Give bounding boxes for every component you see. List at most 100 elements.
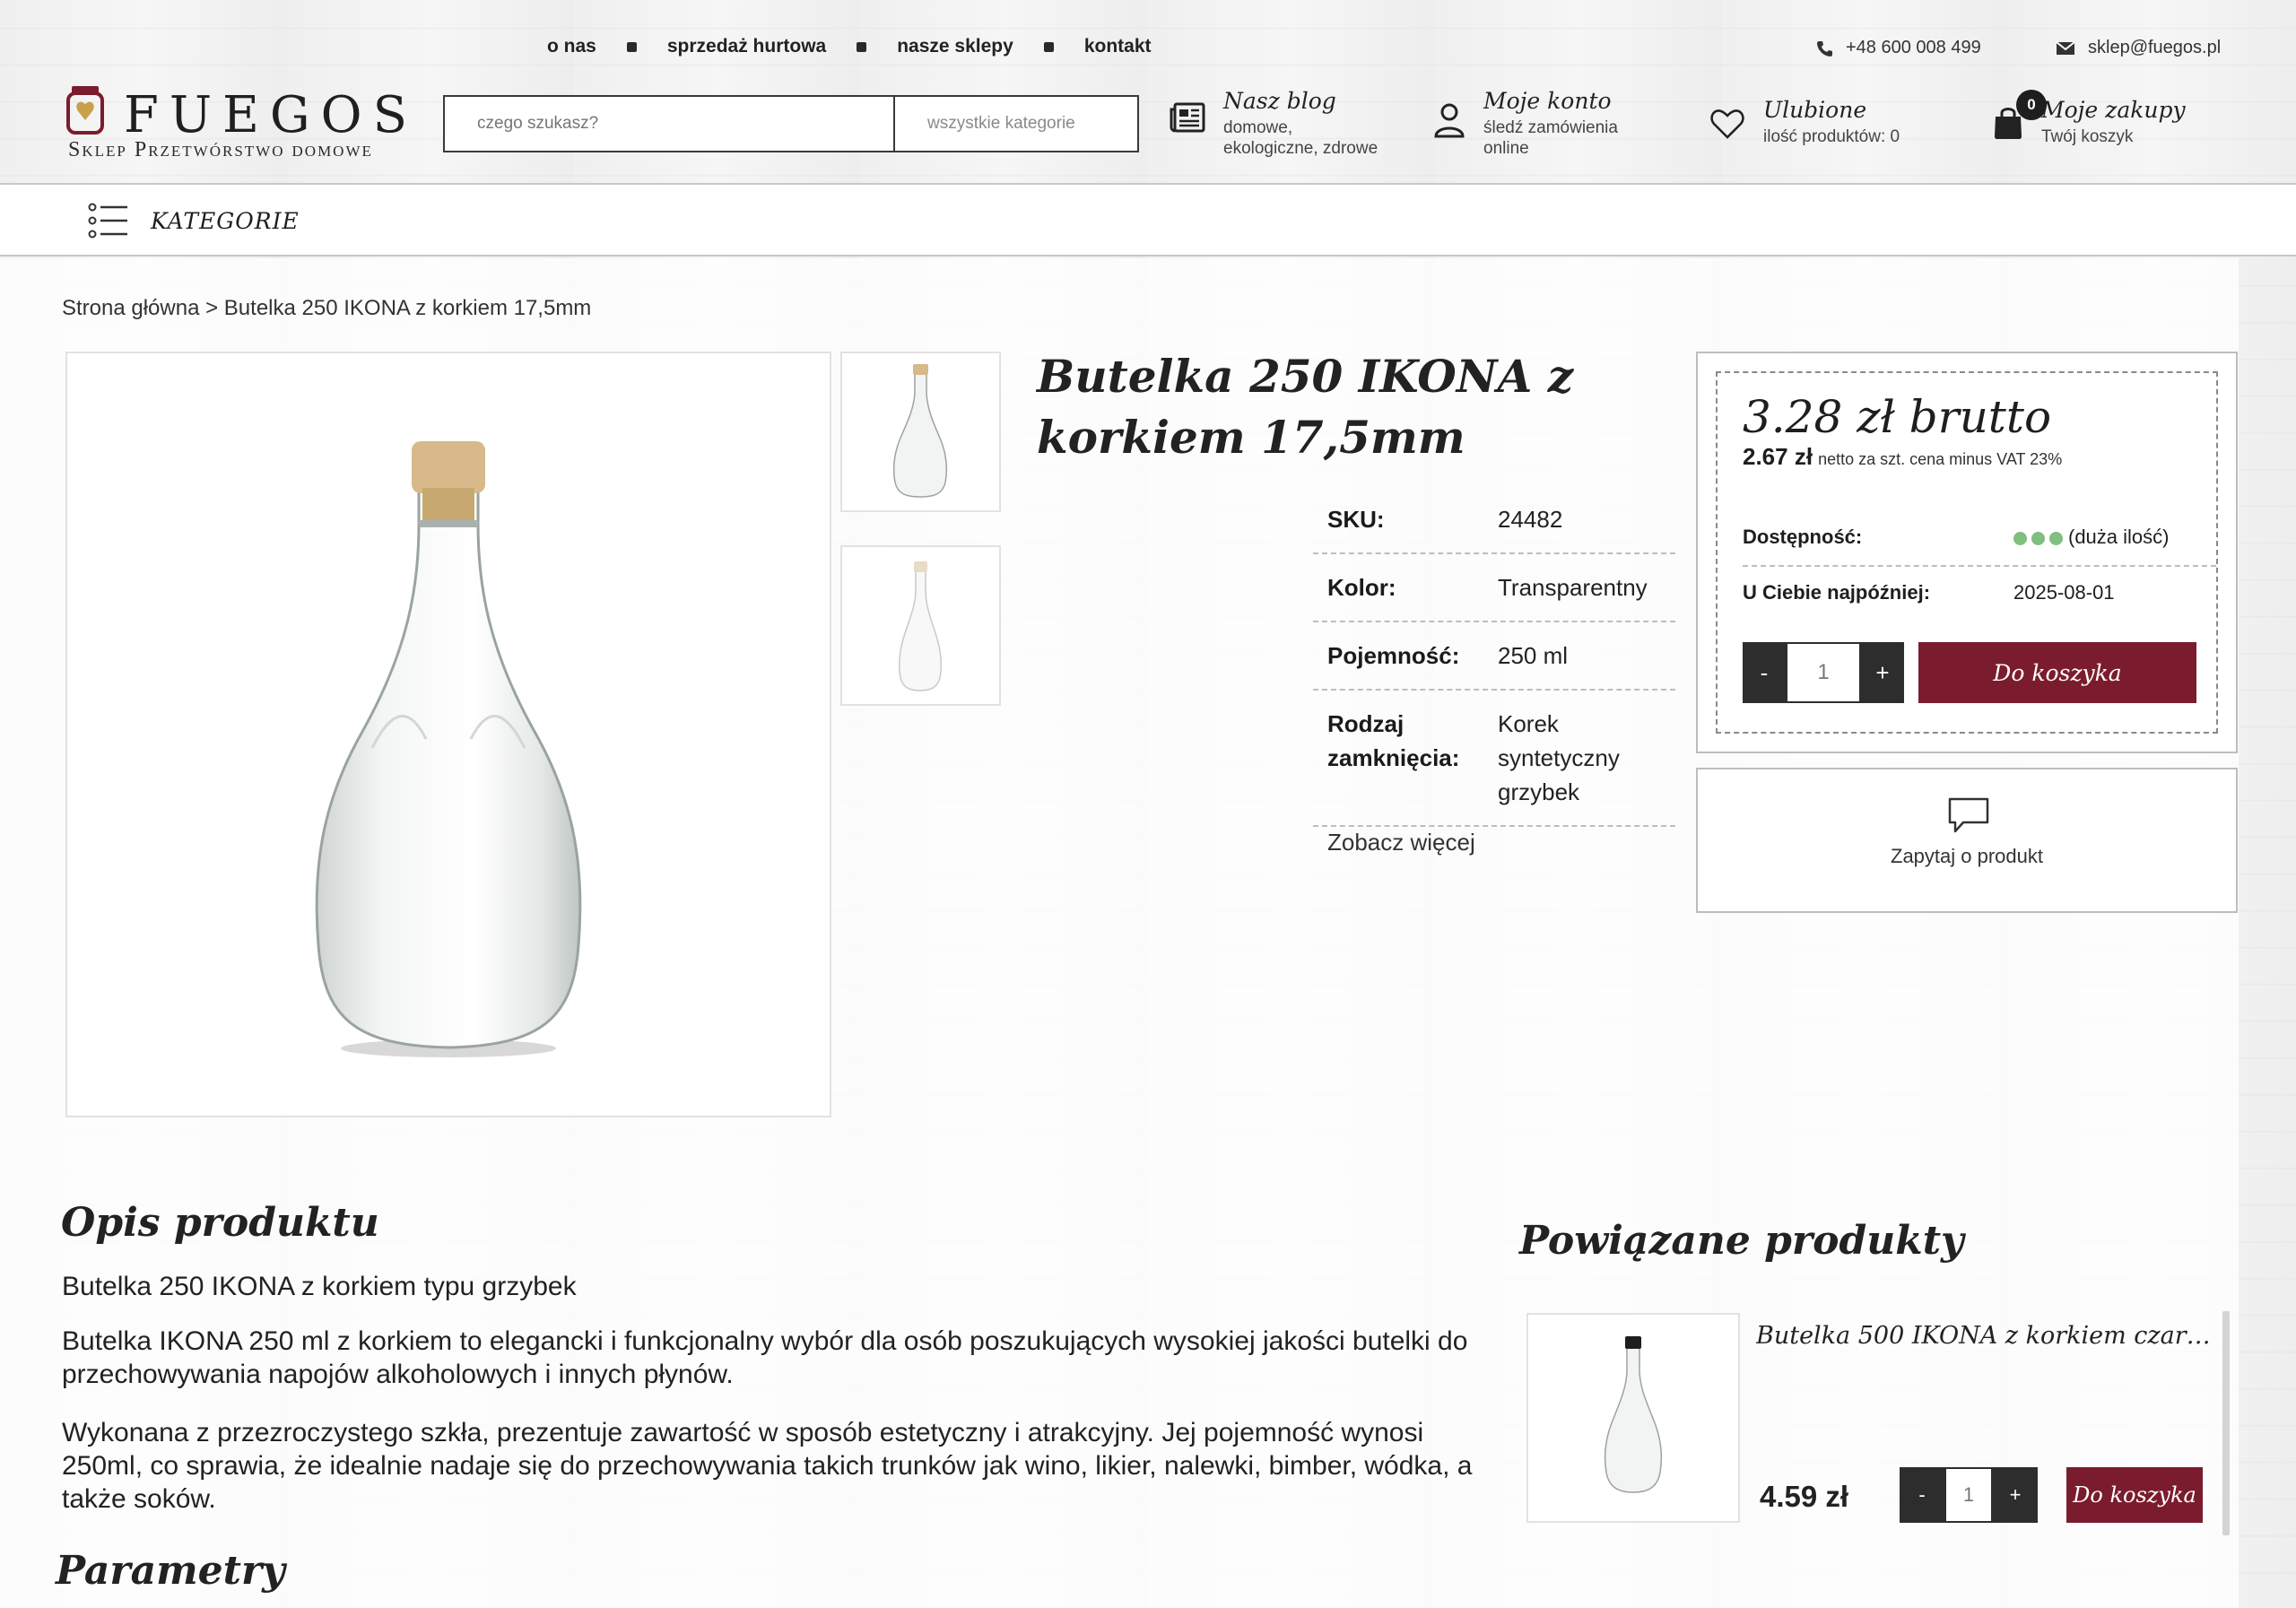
price-gross: 3.28 zł brutto [1743, 391, 2052, 443]
availability-value: (duża ilość) [2068, 526, 2170, 548]
blog-subtitle-2: ekologiczne, zdrowe [1223, 139, 1378, 158]
cart-icon-wrap: 0 [1993, 90, 2047, 144]
bottle-thumbnail [898, 561, 943, 691]
nav-separator [626, 41, 637, 52]
related-heading: Powiązane produkty [1519, 1218, 1964, 1264]
account-title: Moje konto [1483, 88, 1612, 114]
nav-link-contact[interactable]: kontakt [1084, 36, 1152, 57]
related-quantity-minus-button[interactable]: - [1900, 1467, 1944, 1523]
breadcrumb-separator: > [199, 296, 224, 320]
favorites-count: ilość produktów: 0 [1763, 127, 1900, 146]
product-main-image[interactable] [65, 352, 831, 1117]
description-paragraph-2: Wykonana z przezroczystego szkła, prezen… [62, 1418, 1473, 1514]
header-account[interactable]: Moje konto śledź zamówienia online [1433, 88, 1618, 159]
nav-link-wholesale[interactable]: sprzedaż hurtowa [667, 36, 826, 57]
bottle-image [315, 441, 582, 1057]
email-contact[interactable]: sklep@fuegos.pl [2056, 38, 2221, 58]
email-address: sklep@fuegos.pl [2088, 38, 2222, 57]
nav-link-stores[interactable]: nasze sklepy [897, 36, 1013, 57]
spec-value: Transparentny [1498, 574, 1648, 601]
categories-label: KATEGORIE [151, 207, 300, 234]
spec-key: SKU: [1327, 506, 1385, 533]
envelope-icon [2056, 40, 2075, 55]
related-product-image[interactable] [1526, 1313, 1740, 1523]
breadcrumb-current: Butelka 250 IKONA z korkiem 17,5mm [223, 296, 592, 320]
breadcrumb: Strona główna > Butelka 250 IKONA z kork… [62, 296, 591, 321]
quantity-plus-button[interactable]: + [1861, 642, 1904, 703]
availability-row: Dostępność: (duża ilość) [1743, 526, 2216, 567]
description-subtitle: Butelka 250 IKONA z korkiem typu grzybek [62, 1272, 577, 1301]
product-thumbnail-2[interactable] [840, 545, 1001, 706]
product-title: Butelka 250 IKONA z korkiem 17,5mm [1037, 350, 1574, 464]
spec-key: Rodzaj zamknięcia: [1327, 710, 1460, 771]
logo-tagline: Sklep Przetwórstwo domowe [68, 138, 373, 161]
related-product-title[interactable]: Butelka 500 IKONA z korkiem czarna grzyb… [1756, 1322, 2222, 1350]
account-subtitle-2: online [1483, 139, 1529, 158]
search-bar: wszystkie kategorie [443, 95, 1139, 152]
description-heading: Opis produktu [61, 1200, 379, 1246]
heart-icon [1710, 109, 1744, 139]
bottle-thumbnail [892, 364, 948, 498]
cart-count-badge: 0 [2016, 90, 2047, 120]
spec-row-capacity: Pojemność: 250 ml [1313, 622, 1675, 691]
related-product-card: Butelka 500 IKONA z korkiem czarna grzyb… [1526, 1313, 2226, 1532]
availability-dot [2013, 531, 2027, 545]
price-box-inner: 3.28 zł brutto 2.67 zł netto za szt. cena… [1716, 371, 2218, 734]
delivery-label: U Ciebie najpóźniej: [1743, 581, 1931, 604]
product-specs: SKU: 24482 Kolor: Transparentny Pojemnoś… [1313, 486, 1675, 827]
spec-value: 250 ml [1498, 642, 1569, 669]
ask-about-product-button[interactable]: Zapytaj o produkt [1696, 768, 2238, 913]
blog-title: Nasz blog [1223, 88, 1336, 114]
account-subtitle-1: śledź zamówienia [1483, 118, 1618, 137]
spec-row-color: Kolor: Transparentny [1313, 554, 1675, 622]
phone-icon [1817, 40, 1832, 56]
ask-about-product-label: Zapytaj o produkt [1891, 845, 2043, 867]
price-box: 3.28 zł brutto 2.67 zł netto za szt. cena… [1696, 352, 2238, 753]
header-favorites[interactable]: Ulubione ilość produktów: 0 [1709, 97, 1900, 147]
related-quantity-input[interactable] [1944, 1467, 1993, 1523]
blog-subtitle-1: domowe, [1223, 118, 1293, 137]
categories-button[interactable]: KATEGORIE [88, 203, 300, 239]
description-paragraph-1: Butelka IKONA 250 ml z korkiem to elegan… [62, 1326, 1468, 1389]
product-thumbnail-1[interactable] [840, 352, 1001, 512]
delivery-row: U Ciebie najpóźniej: 2025-08-01 [1743, 581, 2115, 604]
cart-subtitle: Twój koszyk [2041, 127, 2134, 146]
price-net-value: 2.67 zł [1743, 443, 1813, 470]
spec-row-closure: Rodzaj zamknięcia: Korek syntetyczny grz… [1313, 691, 1675, 827]
search-category-select[interactable]: wszystkie kategorie [893, 97, 1137, 151]
phone-number: +48 600 008 499 [1846, 38, 1981, 57]
related-scrollbar[interactable] [2222, 1311, 2230, 1535]
see-more-link[interactable]: Zobacz więcej [1327, 829, 1475, 856]
header-cart[interactable]: 0 Moje zakupy Twój koszyk [1993, 90, 2186, 147]
quantity-input[interactable] [1786, 642, 1861, 703]
phone-contact[interactable]: +48 600 008 499 [1815, 38, 1981, 58]
user-icon [1434, 103, 1465, 138]
availability-dots [2013, 531, 2063, 545]
chat-bubble-icon [1948, 797, 1989, 833]
site-logo[interactable]: FUEGOS Sklep Przetwórstwo domowe [65, 83, 414, 169]
related-quantity-plus-button[interactable]: + [1993, 1467, 2038, 1523]
jar-logo-icon [66, 86, 104, 135]
availability-label: Dostępność: [1743, 526, 1863, 548]
nav-link-about[interactable]: o nas [547, 36, 596, 57]
availability-dot [2049, 531, 2063, 545]
delivery-date: 2025-08-01 [2013, 581, 2115, 604]
related-add-to-cart-button[interactable]: Do koszyka [2066, 1467, 2203, 1523]
quantity-minus-button[interactable]: - [1743, 642, 1786, 703]
nav-separator [857, 41, 867, 52]
parameters-heading: Parametry [56, 1548, 285, 1594]
price-net: 2.67 zł netto za szt. cena minus VAT 23% [1743, 443, 2062, 471]
favorites-title: Ulubione [1763, 97, 1867, 123]
logo-name: FUEGOS [124, 86, 418, 144]
search-input[interactable] [445, 97, 893, 151]
price-net-note: netto za szt. cena minus VAT 23% [1818, 450, 2063, 468]
top-nav: o nas sprzedaż hurtowa nasze sklepy kont… [547, 36, 1152, 57]
spec-row-sku: SKU: 24482 [1313, 486, 1675, 554]
header-blog[interactable]: Nasz blog domowe, ekologiczne, zdrowe [1170, 88, 1378, 159]
availability-dot [2031, 531, 2045, 545]
breadcrumb-home[interactable]: Strona główna [62, 296, 199, 320]
add-to-cart-button[interactable]: Do koszyka [1918, 642, 2196, 703]
spec-key: Pojemność: [1327, 642, 1460, 669]
availability-value-wrap: (duża ilość) [2013, 526, 2169, 549]
nav-separator [1043, 41, 1054, 52]
